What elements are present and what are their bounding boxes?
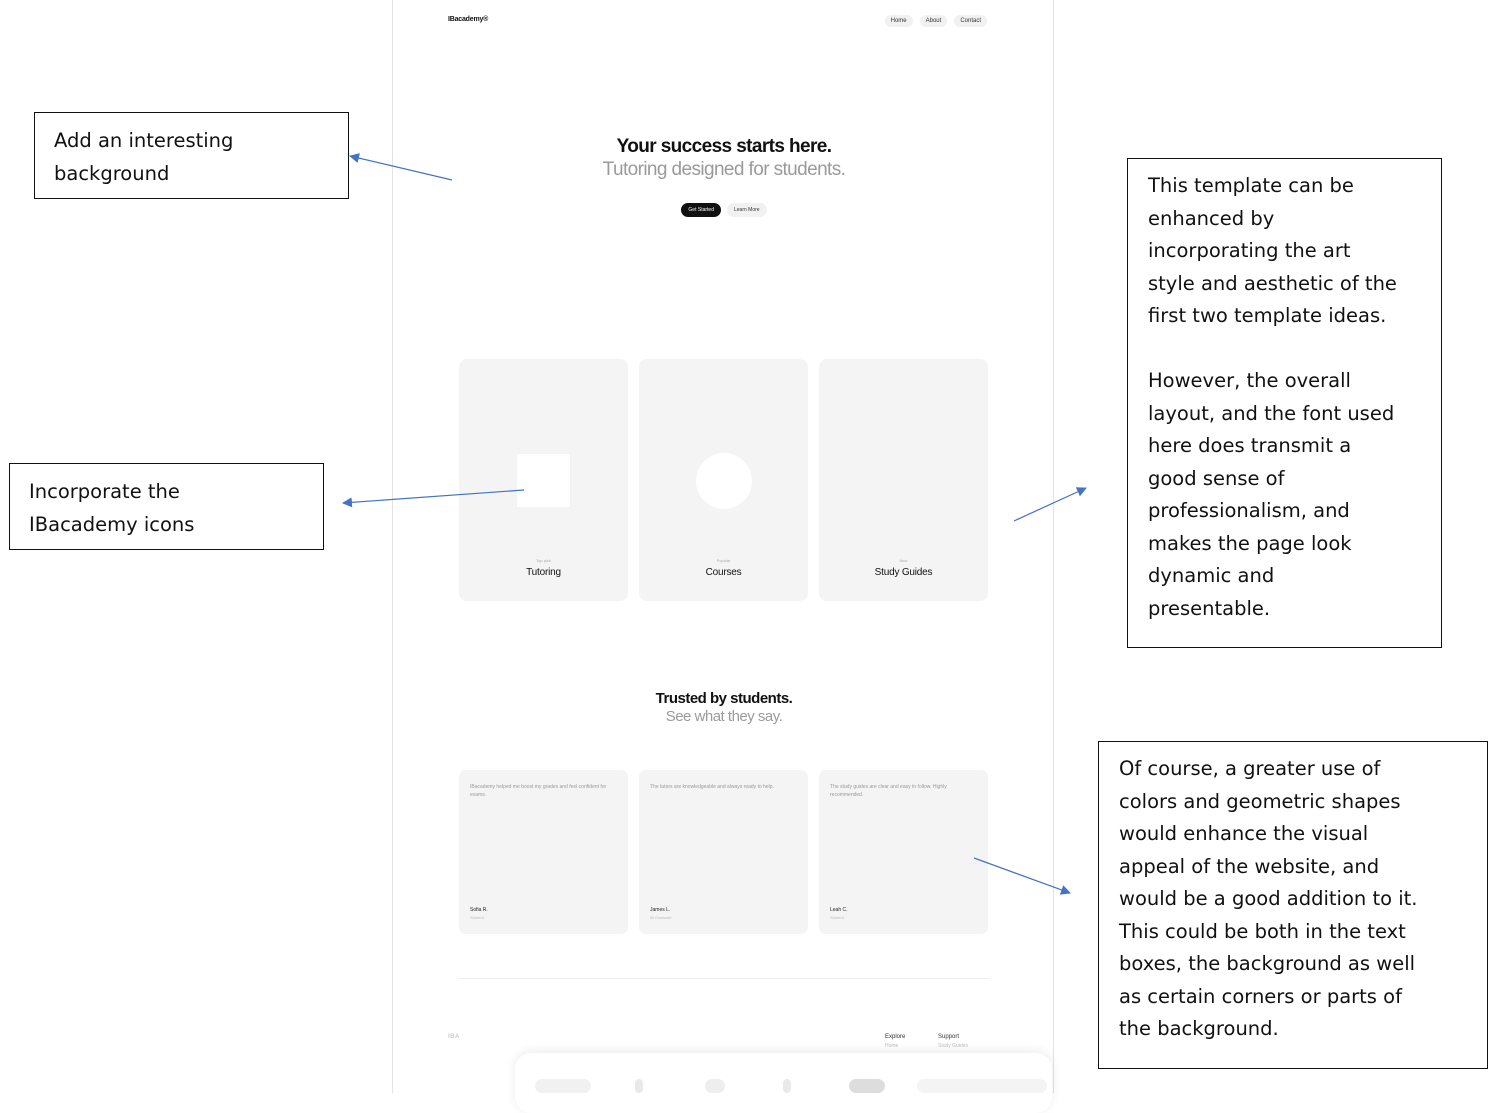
footer-divider bbox=[459, 978, 989, 979]
note-line: This could be both in the text bbox=[1119, 919, 1406, 943]
note-line: Add an interesting bbox=[54, 129, 234, 152]
testimonial-card: IBacademy helped me boost my grades and … bbox=[459, 770, 628, 934]
note-line: Incorporate the bbox=[29, 480, 180, 503]
testimonial-name: James L. bbox=[650, 907, 671, 913]
note-line bbox=[1148, 333, 1441, 366]
note-line: dynamic and bbox=[1148, 564, 1275, 587]
toolbar-icon[interactable] bbox=[783, 1079, 791, 1093]
square-placeholder-icon bbox=[517, 454, 570, 507]
note-line: presentable. bbox=[1148, 596, 1271, 620]
note-line: However, the overall bbox=[1148, 369, 1351, 392]
note-line: first two template ideas. bbox=[1148, 304, 1387, 327]
trusted-title: Trusted by students. bbox=[655, 690, 793, 707]
note-line: good sense of bbox=[1148, 466, 1285, 490]
nav-home[interactable]: Home bbox=[884, 15, 913, 27]
testimonial-card: The tutors are knowledgeable and always … bbox=[639, 770, 808, 934]
card-eyebrow: Top pick bbox=[536, 558, 551, 563]
note-line: Of course, a greater use of bbox=[1119, 757, 1381, 780]
note-icons: Incorporate the IBacademy icons bbox=[9, 463, 324, 550]
testimonial-card: The study guides are clear and easy to f… bbox=[819, 770, 988, 934]
hero-title: Your success starts here. bbox=[616, 136, 832, 157]
nav-about[interactable]: About bbox=[919, 15, 948, 27]
floating-toolbar bbox=[515, 1053, 1052, 1113]
note-line: the background. bbox=[1119, 1017, 1279, 1040]
note-line: would enhance the visual bbox=[1119, 822, 1369, 845]
footer-col-title: Support bbox=[938, 1034, 960, 1040]
footer-explore: Explore Home bbox=[885, 1034, 905, 1049]
toolbar-button[interactable] bbox=[535, 1079, 591, 1093]
toolbar-button[interactable] bbox=[849, 1079, 885, 1093]
footer-link[interactable]: Study Guides bbox=[938, 1043, 968, 1049]
note-line: colors and geometric shapes bbox=[1119, 789, 1401, 813]
nav-contact[interactable]: Contact bbox=[954, 15, 987, 27]
testimonial-role: IB Graduate bbox=[650, 915, 672, 920]
card-eyebrow: Popular bbox=[716, 558, 731, 563]
testimonial-role: Student bbox=[470, 915, 484, 920]
testimonial-quote: The study guides are clear and easy to f… bbox=[830, 784, 947, 798]
trusted-subtitle: See what they say. bbox=[665, 708, 783, 725]
top-nav: Home About Contact bbox=[884, 15, 987, 27]
note-line: This template can be bbox=[1148, 174, 1354, 197]
hero-buttons: Get Started Learn More bbox=[393, 203, 1055, 217]
testimonial-quote: The tutors are knowledgeable and always … bbox=[650, 784, 774, 790]
card-title: Tutoring bbox=[526, 567, 561, 578]
website-mockup: IBacademy® Home About Contact Your succe… bbox=[392, 0, 1054, 1093]
note-line: would be a good addition to it. bbox=[1119, 887, 1418, 910]
note-line: appeal of the website, and bbox=[1119, 854, 1380, 878]
testimonial-role: Student bbox=[830, 915, 844, 920]
hero-subtitle: Tutoring designed for students. bbox=[602, 159, 846, 180]
get-started-button[interactable]: Get Started bbox=[681, 203, 721, 217]
testimonial-quote: IBacademy helped me boost my grades and … bbox=[470, 784, 607, 798]
note-colors: Of course, a greater use of colors and g… bbox=[1098, 741, 1488, 1069]
footer-link[interactable]: Home bbox=[885, 1043, 905, 1049]
testimonials: IBacademy helped me boost my grades and … bbox=[459, 770, 988, 934]
note-line: IBacademy icons bbox=[29, 512, 195, 536]
card-study-guides[interactable]: New Study Guides bbox=[819, 359, 988, 601]
note-line: layout, and the font used bbox=[1148, 401, 1395, 425]
card-eyebrow: New bbox=[899, 558, 908, 563]
toolbar-icon[interactable] bbox=[635, 1079, 643, 1093]
testimonial-name: Sofia R. bbox=[470, 907, 488, 913]
feature-cards: Top pick Tutoring Popular Courses New St… bbox=[459, 359, 988, 601]
learn-more-button[interactable]: Learn More bbox=[727, 203, 767, 217]
card-title: Study Guides bbox=[874, 567, 933, 578]
testimonial-name: Leah C. bbox=[830, 907, 848, 913]
circle-placeholder-icon bbox=[696, 453, 752, 509]
footer-logo[interactable]: IBA bbox=[448, 1034, 460, 1040]
note-line: incorporating the art bbox=[1148, 239, 1351, 262]
note-aesthetic: This template can be enhanced by incorpo… bbox=[1127, 158, 1442, 648]
note-background: Add an interesting background bbox=[34, 112, 349, 199]
note-line: background bbox=[54, 161, 170, 185]
card-courses[interactable]: Popular Courses bbox=[639, 359, 808, 601]
toolbar-icon[interactable] bbox=[705, 1079, 725, 1093]
note-line: professionalism, and bbox=[1148, 499, 1350, 522]
toolbar-field[interactable] bbox=[917, 1079, 1047, 1093]
card-title: Courses bbox=[705, 567, 742, 578]
note-line: enhanced by bbox=[1148, 206, 1275, 230]
note-line: makes the page look bbox=[1148, 531, 1352, 555]
note-line: as certain corners or parts of bbox=[1119, 984, 1402, 1008]
note-line: here does transmit a bbox=[1148, 434, 1352, 457]
site-logo[interactable]: IBacademy® bbox=[448, 16, 488, 23]
footer-col-title: Explore bbox=[885, 1034, 906, 1040]
note-line: style and aesthetic of the bbox=[1148, 271, 1397, 295]
footer-support: Support Study Guides bbox=[938, 1034, 968, 1049]
note-line: boxes, the background as well bbox=[1119, 952, 1416, 975]
card-tutoring[interactable]: Top pick Tutoring bbox=[459, 359, 628, 601]
